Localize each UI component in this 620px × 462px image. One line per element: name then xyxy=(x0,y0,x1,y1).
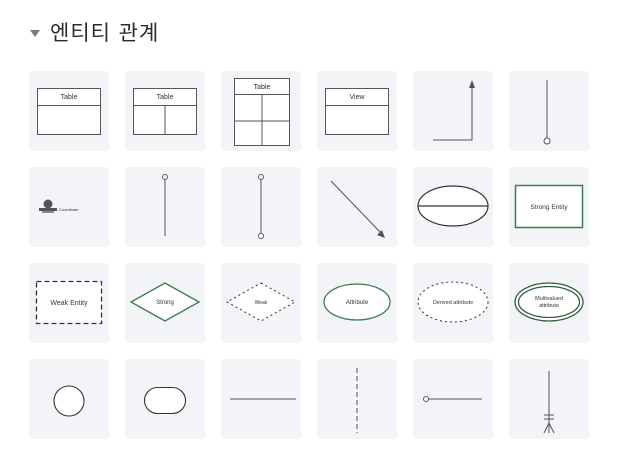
shape-weak-entity[interactable]: Weak Entity xyxy=(29,263,109,343)
line-circle-start-icon xyxy=(423,396,482,402)
ellipse-split-icon xyxy=(417,185,489,227)
shape-line-circle-top[interactable] xyxy=(125,167,205,247)
shape-horizontal-line[interactable] xyxy=(221,359,301,439)
shape-circle[interactable] xyxy=(29,359,109,439)
multivalued-label-line1: Multivalued xyxy=(535,296,563,302)
line-circles-both-icon xyxy=(258,174,264,239)
shape-dashed-vertical-line[interactable] xyxy=(317,359,397,439)
caret-down-icon[interactable] xyxy=(30,29,40,37)
multivalued-label-line2: attribute xyxy=(539,303,559,309)
table-two-columns-icon: Table xyxy=(133,88,197,135)
view-label: View xyxy=(349,94,365,101)
coordinate-icon: Coordinate xyxy=(39,199,79,213)
horizontal-line-icon xyxy=(230,398,296,400)
weak-entity-icon: Weak Entity xyxy=(35,280,103,325)
strong-entity-icon: Strong Entity xyxy=(514,184,584,229)
shape-table-grid[interactable]: Table xyxy=(221,71,301,151)
strong-relationship-icon: Strong xyxy=(129,282,201,322)
shape-elbow-arrow[interactable] xyxy=(413,71,493,151)
shape-table-header[interactable]: Table xyxy=(29,71,109,151)
strong-entity-label: Strong Entity xyxy=(530,204,568,211)
line-circle-top-icon xyxy=(162,174,168,236)
shape-vertical-connector[interactable] xyxy=(509,71,589,151)
weak-entity-label: Weak Entity xyxy=(50,300,88,307)
shape-attribute[interactable]: Attribute xyxy=(317,263,397,343)
vertical-connector-icon xyxy=(543,80,551,145)
weak-label: Weak xyxy=(255,300,268,306)
rounded-pill-icon xyxy=(143,386,187,415)
section-title: 엔티티 관계 xyxy=(50,21,160,45)
shape-weak-relationship[interactable]: Weak xyxy=(221,263,301,343)
coordinate-label: Coordinate xyxy=(59,207,79,212)
shape-derived-attribute[interactable]: Derived attribute xyxy=(413,263,493,343)
shape-crows-foot-line[interactable] xyxy=(509,359,589,439)
shape-coordinate[interactable]: Coordinate xyxy=(29,167,109,247)
table-grid-icon: Table xyxy=(234,78,290,146)
elbow-arrow-icon xyxy=(433,80,475,141)
shape-multivalued-attribute[interactable]: Multivalued attribute xyxy=(509,263,589,343)
attribute-label: Attribute xyxy=(346,300,369,306)
diagonal-arrow-icon xyxy=(330,180,385,238)
shape-line-circle-start[interactable] xyxy=(413,359,493,439)
view-icon: View xyxy=(325,88,389,135)
circle-icon xyxy=(53,385,85,417)
dashed-vertical-line-icon xyxy=(356,368,358,433)
crows-foot-line-icon xyxy=(543,371,555,434)
shape-strong-entity[interactable]: Strong Entity xyxy=(509,167,589,247)
strong-label: Strong xyxy=(156,300,174,306)
attribute-icon: Attribute xyxy=(323,283,391,321)
table-label: Table xyxy=(61,94,78,101)
shape-view[interactable]: View xyxy=(317,71,397,151)
derived-attribute-label: Derived attribute xyxy=(433,300,473,306)
shape-strong-relationship[interactable]: Strong xyxy=(125,263,205,343)
table-label: Table xyxy=(254,84,271,91)
table-label: Table xyxy=(157,94,174,101)
section-header[interactable]: 엔티티 관계 xyxy=(30,16,159,48)
derived-attribute-icon: Derived attribute xyxy=(417,281,489,323)
shape-diagonal-arrow[interactable] xyxy=(317,167,397,247)
shape-rounded-pill[interactable] xyxy=(125,359,205,439)
table-header-icon: Table xyxy=(37,88,101,135)
shape-table-two-columns[interactable]: Table xyxy=(125,71,205,151)
shape-grid: Table Table Table View Coordinate Strong… xyxy=(29,71,589,439)
multivalued-attribute-icon: Multivalued attribute xyxy=(514,282,584,322)
shape-ellipse-split[interactable] xyxy=(413,167,493,247)
shape-line-circles-both[interactable] xyxy=(221,167,301,247)
weak-relationship-icon: Weak xyxy=(225,282,297,322)
